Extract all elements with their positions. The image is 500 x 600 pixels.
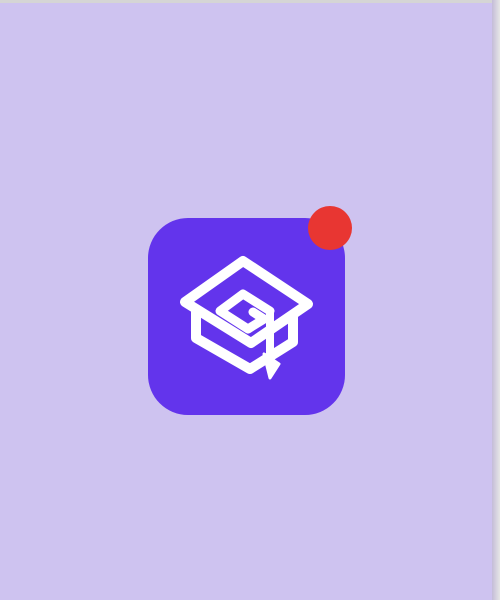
window-edge-shadow — [492, 0, 500, 600]
app-icon-button[interactable] — [148, 218, 345, 415]
home-screen-background — [0, 3, 492, 600]
graduation-cap-icon — [180, 256, 313, 380]
notification-badge — [308, 206, 352, 250]
